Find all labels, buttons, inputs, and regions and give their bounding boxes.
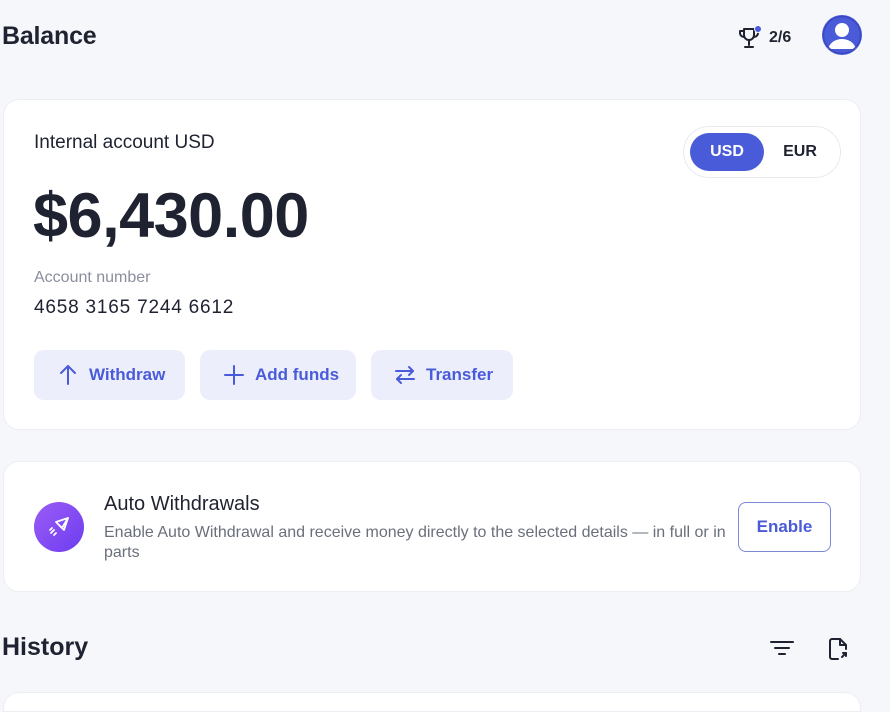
withdraw-button[interactable]: Withdraw	[34, 350, 185, 400]
notification-dot	[754, 25, 762, 33]
add-funds-button[interactable]: Add funds	[200, 350, 356, 400]
filter-icon[interactable]	[768, 636, 796, 660]
auto-withdrawals-description: Enable Auto Withdrawal and receive money…	[104, 524, 726, 561]
balance-card: Internal account USD $6,430.00 Account n…	[3, 99, 861, 430]
top-bar: Balance 2/6	[0, 0, 890, 78]
account-number: 4658 3165 7244 6612	[34, 297, 235, 318]
history-list-card	[3, 692, 861, 712]
rocket-icon	[34, 502, 84, 552]
user-avatar-icon[interactable]	[822, 15, 862, 55]
enable-button[interactable]: Enable	[738, 502, 831, 552]
balance-amount: $6,430.00	[33, 181, 309, 251]
arrow-up-icon	[60, 365, 76, 385]
account-title: Internal account USD	[34, 132, 215, 153]
withdraw-label: Withdraw	[89, 365, 166, 384]
transfer-button[interactable]: Transfer	[371, 350, 513, 400]
auto-withdrawals-title: Auto Withdrawals	[104, 493, 260, 515]
currency-option-usd[interactable]: USD	[690, 133, 764, 171]
page-title: Balance	[2, 22, 97, 50]
auto-withdrawals-card: Auto Withdrawals Enable Auto Withdrawal …	[3, 461, 861, 592]
history-title: History	[2, 633, 89, 661]
transfer-arrows-icon	[395, 366, 415, 384]
currency-toggle: USD EUR	[683, 126, 841, 178]
transfer-label: Transfer	[426, 365, 494, 384]
export-file-icon[interactable]	[826, 636, 850, 662]
currency-option-eur[interactable]: EUR	[763, 133, 837, 171]
plus-icon	[224, 365, 244, 385]
add-funds-label: Add funds	[255, 365, 340, 384]
account-number-label: Account number	[34, 269, 151, 286]
progress-counter[interactable]: 2/6	[769, 29, 791, 47]
